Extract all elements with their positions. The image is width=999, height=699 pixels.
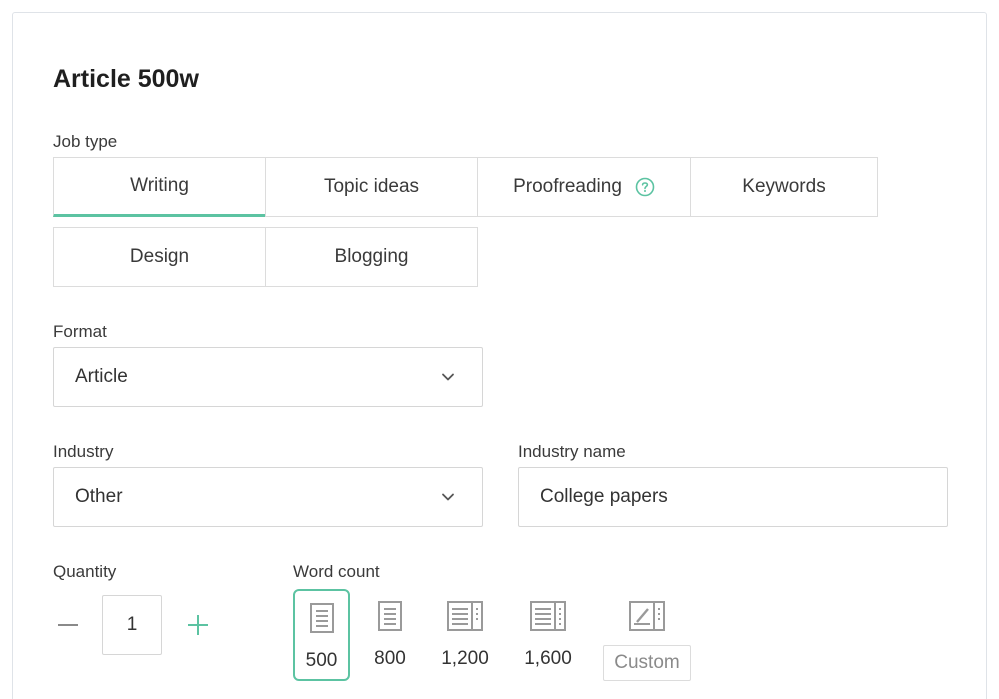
minus-icon bbox=[58, 624, 78, 626]
edit-document-icon bbox=[628, 599, 666, 633]
industry-name-value: College papers bbox=[540, 486, 668, 507]
increment-button[interactable] bbox=[183, 610, 213, 640]
format-value: Article bbox=[75, 366, 128, 387]
word-count-value: 500 bbox=[305, 650, 338, 671]
help-circle-icon[interactable] bbox=[635, 177, 655, 197]
tab-label: Topic ideas bbox=[323, 176, 420, 197]
word-count-value: 1,200 bbox=[441, 648, 489, 669]
word-count-1200[interactable]: 1,200 bbox=[433, 589, 497, 681]
word-count-value: 1,600 bbox=[524, 648, 572, 669]
custom-word-count-button[interactable]: Custom bbox=[603, 645, 691, 681]
industry-value: Other bbox=[75, 486, 123, 507]
quantity-input[interactable]: 1 bbox=[102, 595, 162, 655]
tab-label: Blogging bbox=[334, 246, 409, 267]
two-page-document-icon bbox=[529, 599, 567, 633]
document-icon bbox=[377, 599, 403, 633]
plus-icon bbox=[188, 615, 208, 635]
word-count-500[interactable]: 500 bbox=[293, 589, 350, 681]
tab-label: Proofreading bbox=[513, 176, 622, 197]
industry-select[interactable]: Other bbox=[53, 467, 483, 527]
format-select[interactable]: Article bbox=[53, 347, 483, 407]
quantity-value: 1 bbox=[126, 614, 138, 635]
tab-label: Keywords bbox=[742, 176, 826, 197]
industry-label: Industry bbox=[53, 442, 114, 461]
industry-name-input[interactable]: College papers bbox=[518, 467, 948, 527]
decrement-button[interactable] bbox=[53, 610, 83, 640]
industry-name-label: Industry name bbox=[518, 442, 626, 461]
word-count-1600[interactable]: 1,600 bbox=[516, 589, 580, 681]
document-icon bbox=[309, 601, 335, 635]
chevron-down-icon bbox=[442, 373, 454, 381]
word-count-custom[interactable]: Custom bbox=[603, 589, 691, 681]
format-label: Format bbox=[53, 322, 107, 341]
word-count-label: Word count bbox=[293, 562, 380, 581]
tab-topic-ideas[interactable]: Topic ideas bbox=[265, 157, 478, 217]
page-title: Article 500w bbox=[53, 65, 199, 93]
tab-keywords[interactable]: Keywords bbox=[690, 157, 878, 217]
job-type-label: Job type bbox=[53, 132, 118, 151]
tab-blogging[interactable]: Blogging bbox=[265, 227, 478, 287]
tab-proofreading[interactable]: Proofreading bbox=[477, 157, 691, 217]
word-count-800[interactable]: 800 bbox=[363, 589, 417, 681]
order-card: Article 500w Job type Writing Topic idea… bbox=[12, 12, 987, 699]
two-page-document-icon bbox=[446, 599, 484, 633]
tab-writing[interactable]: Writing bbox=[53, 157, 266, 217]
chevron-down-icon bbox=[442, 493, 454, 501]
tab-label: Writing bbox=[130, 175, 189, 196]
quantity-label: Quantity bbox=[53, 562, 117, 581]
tab-design[interactable]: Design bbox=[53, 227, 266, 287]
tab-label: Design bbox=[129, 246, 190, 267]
word-count-value: 800 bbox=[374, 648, 406, 669]
